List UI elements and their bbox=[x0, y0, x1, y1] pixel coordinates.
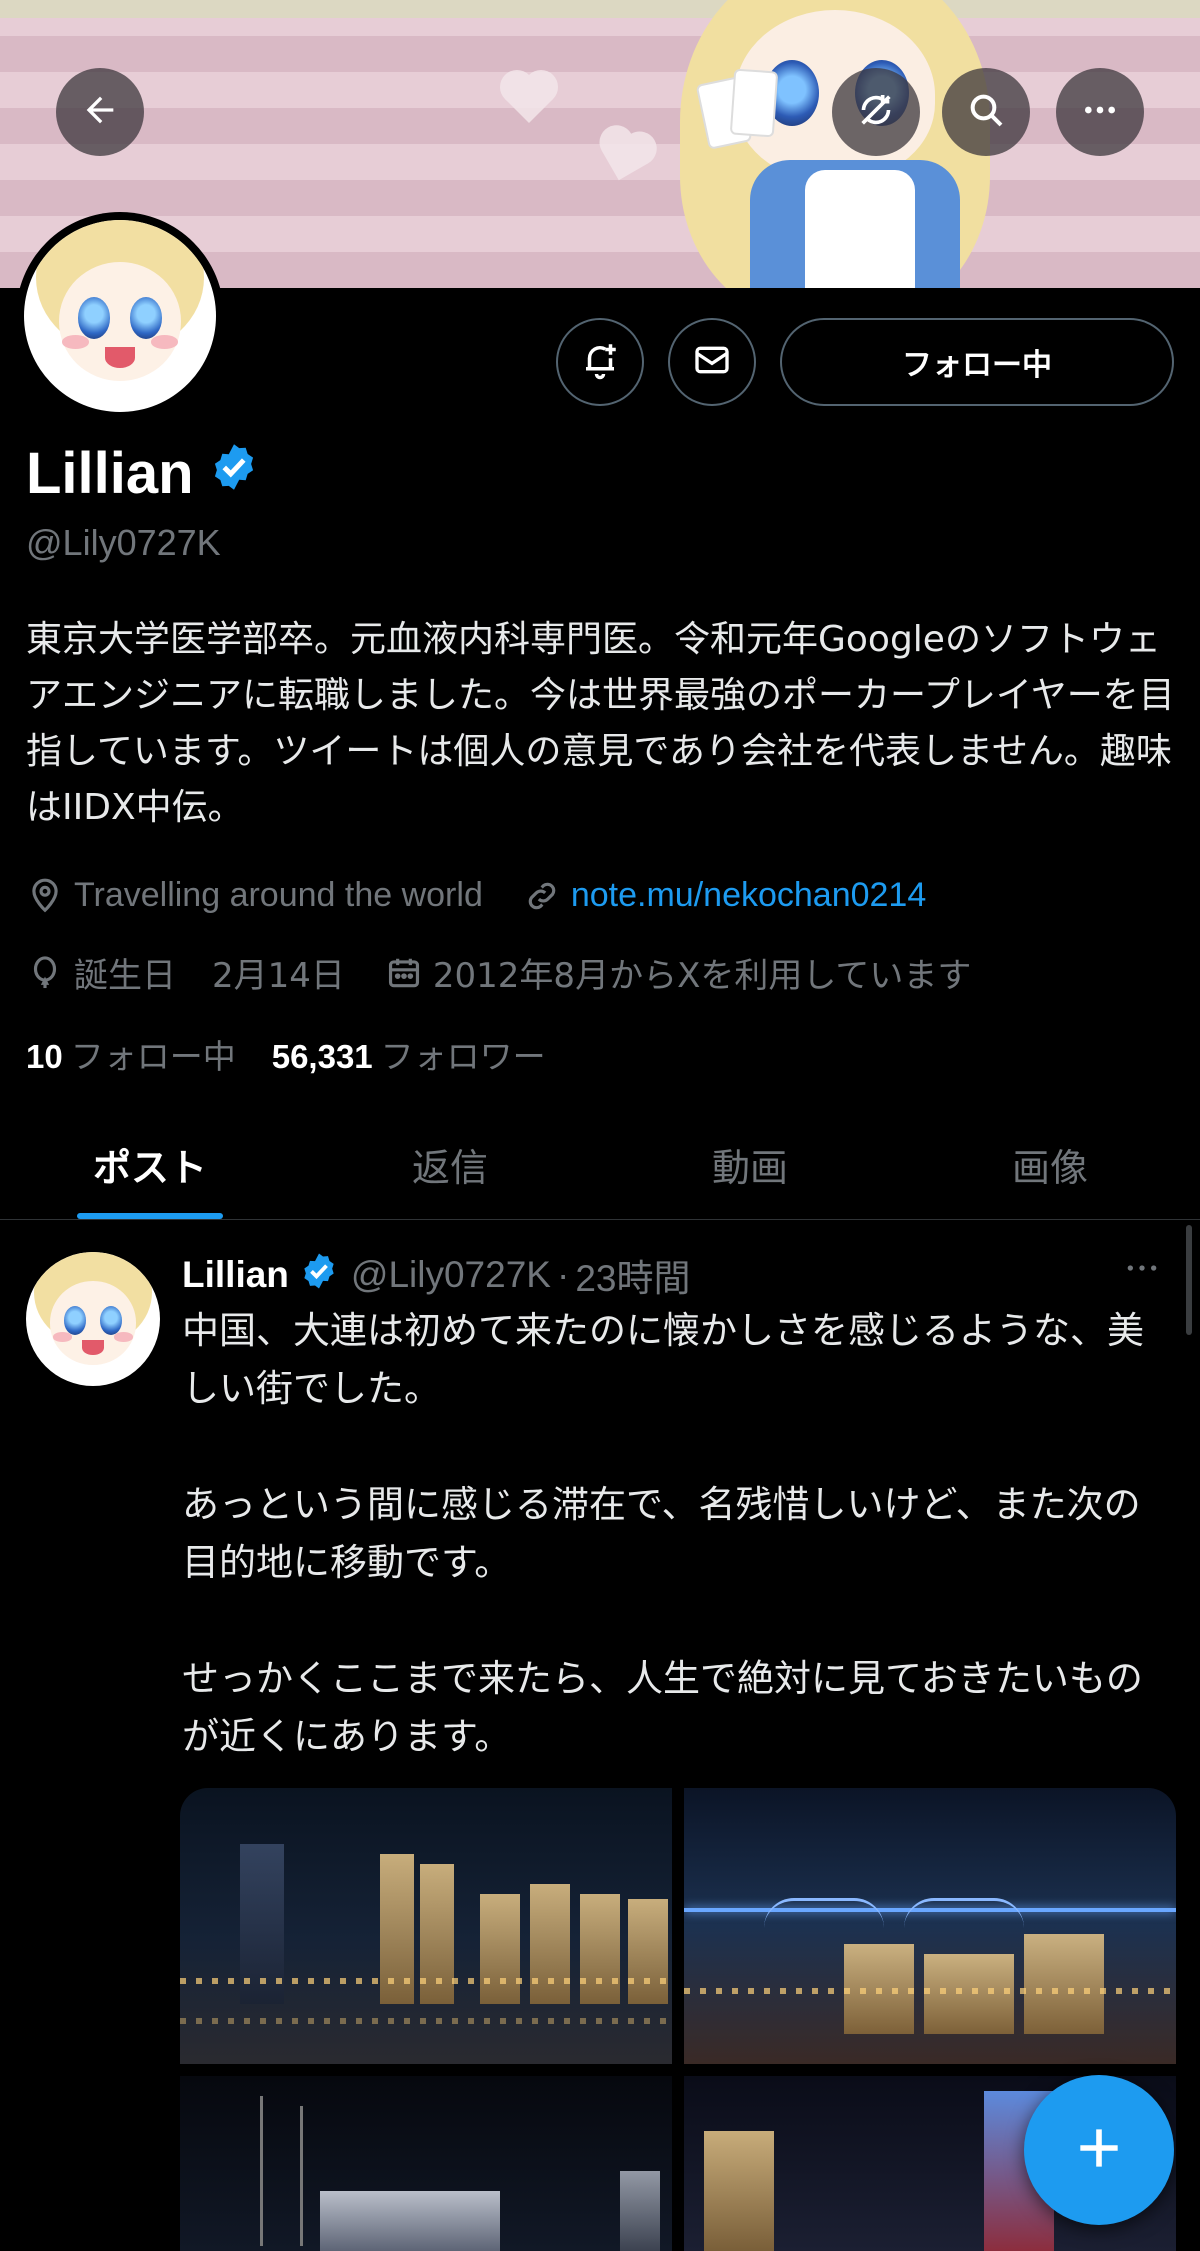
post-author-name[interactable]: Lillian bbox=[182, 1254, 289, 1296]
search-button[interactable] bbox=[942, 68, 1030, 156]
profile-meta-row-2: 誕生日 2月14日 2012年8月からXを利用しています bbox=[26, 948, 971, 997]
profile-website-link[interactable]: note.mu/nekochan0214 bbox=[571, 876, 926, 915]
search-icon bbox=[966, 90, 1006, 134]
following-count: 10 bbox=[26, 1038, 63, 1075]
post-photo[interactable] bbox=[180, 1788, 672, 2064]
following-stat[interactable]: 10 フォロー中 bbox=[26, 1030, 236, 1078]
message-button[interactable] bbox=[668, 318, 756, 406]
profile-stats: 10 フォロー中 56,331 フォロワー bbox=[26, 1030, 546, 1078]
banner-stripe bbox=[0, 0, 1200, 18]
profile-joined: 2012年8月からXを利用しています bbox=[432, 956, 972, 996]
plus-icon bbox=[1071, 2120, 1127, 2180]
tab-posts[interactable]: ポスト bbox=[0, 1110, 300, 1219]
post-photo[interactable] bbox=[180, 2076, 672, 2251]
verified-badge-icon bbox=[299, 1251, 339, 1300]
post-time: 23時間 bbox=[575, 1258, 691, 1299]
post-header: Lillian @Lily0727K · 23時間 bbox=[182, 1248, 690, 1302]
post-photo[interactable] bbox=[684, 1788, 1176, 2064]
profile-tabs: ポスト 返信 動画 画像 bbox=[0, 1110, 1200, 1220]
refresh-off-icon bbox=[856, 90, 896, 134]
location-icon bbox=[26, 877, 64, 915]
profile-bio: 東京大学医学部卒。元血液内科専門医。令和元年Googleのソフトウェアエンジニア… bbox=[26, 619, 1175, 828]
following-label: フォロー中 bbox=[70, 1038, 236, 1075]
link-icon bbox=[523, 877, 561, 915]
followers-count: 56,331 bbox=[271, 1038, 373, 1075]
post-text: 中国、大連は初めて来たのに懐かしさを感じるような、美しい街でした。 あっという間… bbox=[182, 1309, 1144, 1758]
heart-decoration bbox=[504, 74, 554, 124]
scrollbar[interactable] bbox=[1186, 1225, 1192, 1335]
calendar-icon bbox=[385, 954, 423, 992]
refresh-button[interactable] bbox=[832, 68, 920, 156]
following-button[interactable]: フォロー中 bbox=[780, 318, 1174, 406]
post-avatar[interactable] bbox=[26, 1252, 160, 1386]
profile-handle: @Lily0727K bbox=[26, 522, 221, 563]
verified-badge-icon[interactable] bbox=[208, 440, 260, 507]
back-button[interactable] bbox=[56, 68, 144, 156]
arrow-left-icon bbox=[80, 90, 120, 134]
profile-name: Lillian bbox=[26, 441, 194, 506]
balloon-icon bbox=[26, 954, 64, 992]
post-separator: · bbox=[556, 1254, 570, 1295]
followers-label: フォロワー bbox=[380, 1038, 546, 1075]
profile-name-row: Lillian bbox=[26, 440, 260, 507]
mail-icon bbox=[692, 340, 732, 384]
profile-meta-row-1: Travelling around the world note.mu/neko… bbox=[26, 876, 926, 915]
post-author-handle: @Lily0727K bbox=[350, 1254, 551, 1295]
tab-images[interactable]: 画像 bbox=[900, 1110, 1200, 1219]
profile-location: Travelling around the world bbox=[74, 876, 483, 914]
more-horizontal-icon bbox=[1080, 90, 1120, 134]
notify-button[interactable] bbox=[556, 318, 644, 406]
profile-avatar[interactable] bbox=[16, 212, 224, 420]
tab-replies[interactable]: 返信 bbox=[300, 1110, 600, 1219]
followers-stat[interactable]: 56,331 フォロワー bbox=[272, 1030, 546, 1078]
bell-plus-icon bbox=[579, 339, 621, 385]
compose-button[interactable] bbox=[1024, 2075, 1174, 2225]
more-button[interactable] bbox=[1056, 68, 1144, 156]
more-horizontal-icon bbox=[1122, 1257, 1162, 1297]
post-more-button[interactable] bbox=[1122, 1248, 1162, 1297]
profile-birthday: 2月14日 bbox=[212, 956, 345, 996]
birthday-label: 誕生日 bbox=[74, 956, 176, 996]
tab-videos[interactable]: 動画 bbox=[600, 1110, 900, 1219]
post-media-grid bbox=[180, 1788, 1176, 2251]
